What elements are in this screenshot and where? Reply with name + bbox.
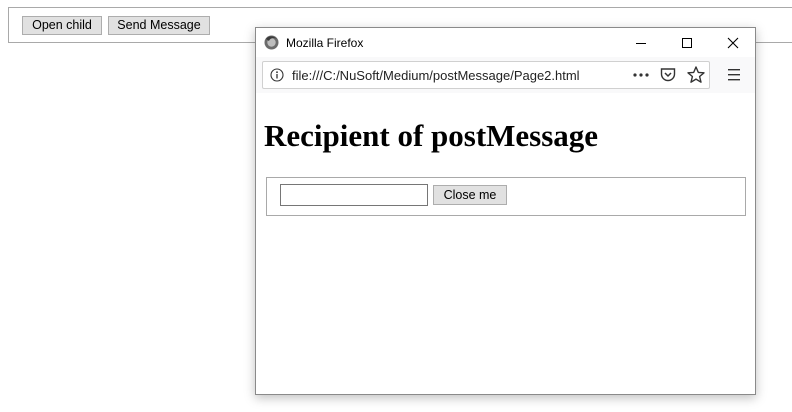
minimize-icon bbox=[636, 42, 646, 44]
navigation-toolbar: file:///C:/NuSoft/Medium/postMessage/Pag… bbox=[256, 57, 755, 93]
hamburger-menu-icon[interactable] bbox=[726, 68, 742, 82]
open-child-button[interactable]: Open child bbox=[22, 16, 102, 35]
close-icon bbox=[727, 37, 739, 48]
maximize-button[interactable] bbox=[664, 28, 710, 57]
url-text[interactable]: file:///C:/NuSoft/Medium/postMessage/Pag… bbox=[292, 68, 580, 83]
minimize-button[interactable] bbox=[618, 28, 664, 57]
url-bar[interactable]: file:///C:/NuSoft/Medium/postMessage/Pag… bbox=[262, 61, 710, 89]
window-titlebar[interactable]: Mozilla Firefox bbox=[256, 28, 755, 57]
more-icon[interactable] bbox=[632, 67, 650, 83]
close-me-button[interactable]: Close me bbox=[433, 185, 507, 205]
pocket-icon[interactable] bbox=[659, 66, 677, 84]
firefox-logo-icon bbox=[264, 35, 279, 50]
send-message-button[interactable]: Send Message bbox=[108, 16, 210, 35]
message-input[interactable] bbox=[280, 184, 428, 206]
page-title: Recipient of postMessage bbox=[264, 118, 599, 153]
page-content: Recipient of postMessage Close me bbox=[256, 93, 755, 394]
firefox-popup-window: Mozilla Firefox file:///C:/NuSoft/Medium… bbox=[255, 27, 756, 395]
window-title: Mozilla Firefox bbox=[286, 36, 364, 50]
child-fieldset: Close me bbox=[266, 177, 746, 216]
info-icon[interactable] bbox=[270, 68, 284, 82]
star-icon[interactable] bbox=[686, 65, 706, 85]
close-window-button[interactable] bbox=[710, 28, 756, 57]
maximize-icon bbox=[682, 37, 692, 48]
